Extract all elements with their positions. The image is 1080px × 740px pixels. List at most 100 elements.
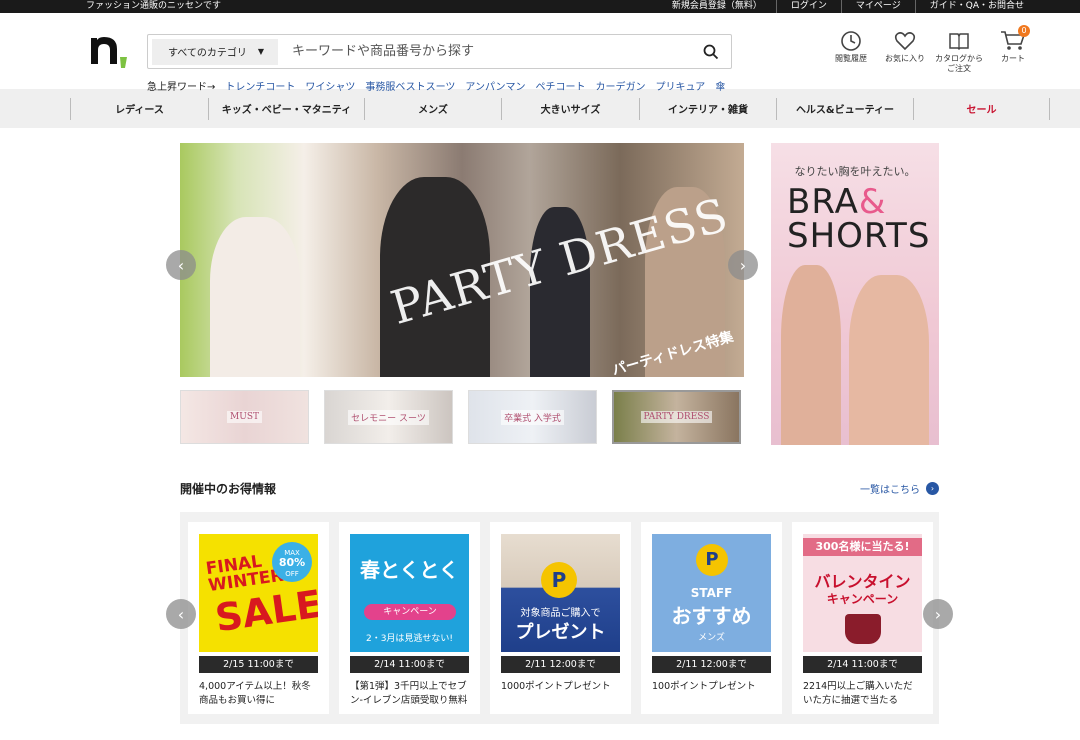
chevron-left-icon: ‹ (177, 255, 185, 275)
search-button[interactable] (691, 37, 731, 67)
deal-image: FINAL WINTER SALE MAX 80% OFF (199, 534, 318, 652)
banner-prev-button[interactable]: ‹ (166, 250, 196, 280)
search-input[interactable] (292, 36, 691, 67)
deal-card[interactable]: P 対象商品ご購入で プレゼント 2/11 12:00まで 1000ポイントプレ… (490, 522, 631, 714)
thumb-label: PARTY DRESS (640, 411, 713, 423)
banner-thumb[interactable]: セレモニー スーツ (324, 390, 453, 444)
deal-description: 100ポイントプレゼント (652, 681, 756, 692)
deals-prev-button[interactable]: ‹ (166, 599, 196, 629)
header-icons: 閲覧履歴 お気に入り カタログから ご注文 0 カート (824, 25, 1040, 74)
search-icon (703, 44, 719, 59)
deal-deadline: 2/11 12:00まで (501, 656, 620, 673)
deal-text: 対象商品ご購入で (520, 608, 601, 619)
deal-text: キャンペーン (826, 592, 899, 606)
deals-heading: 開催中のお得情報 (180, 481, 277, 496)
deal-text: プレゼント (515, 622, 606, 643)
trend-word[interactable]: ワイシャツ (305, 78, 355, 93)
banner-next-button[interactable]: › (728, 250, 758, 280)
catalog-order-button[interactable]: カタログから ご注文 (932, 30, 986, 74)
top-bar: ファッション通販のニッセンです 新規会員登録（無料） ログイン マイページ ガイ… (0, 0, 1080, 13)
nav-kids-baby-maternity[interactable]: キッズ・ベビー・マタニティ (208, 97, 364, 120)
catalog-label-1: カタログから (935, 54, 983, 63)
banner-thumb-active[interactable]: PARTY DRESS (612, 390, 741, 444)
chevron-right-icon: › (739, 255, 747, 275)
register-link[interactable]: 新規会員登録（無料） (658, 0, 776, 13)
deals-next-button[interactable]: › (923, 599, 953, 629)
banner-thumbnails: MUST セレモニー スーツ 卒業式 入学式 PARTY DRESS (180, 390, 741, 444)
nav-sale[interactable]: セール (913, 97, 1050, 120)
catalog-label-2: ご注文 (947, 64, 971, 73)
thumb-label: セレモニー スーツ (348, 409, 429, 425)
deal-description: 4,000アイテム以上！秋冬商品もお買い得に (199, 681, 311, 706)
category-nav: レディース キッズ・ベビー・マタニティ メンズ 大きいサイズ インテリア・雑貨 … (0, 89, 1080, 128)
guide-link[interactable]: ガイド・QA・お問合せ (914, 0, 1038, 13)
banner-thumb[interactable]: 卒業式 入学式 (468, 390, 597, 444)
see-all-label: 一覧はこちら (860, 484, 920, 496)
cart-button[interactable]: 0 カート (986, 25, 1040, 74)
discount-badge: MAX 80% OFF (272, 542, 312, 582)
favorites-button[interactable]: お気に入り (878, 30, 932, 74)
deal-text: キャンペーン (364, 604, 456, 620)
chevron-right-icon: › (926, 481, 939, 495)
cart-count-badge: 0 (1018, 25, 1030, 37)
deal-text: 300名様に当たる! (803, 538, 922, 556)
trend-word[interactable]: プリキュア (656, 78, 706, 93)
book-icon (949, 33, 969, 51)
deal-deadline: 2/14 11:00まで (803, 656, 922, 673)
trend-word[interactable]: 事務服ベストスーツ (365, 78, 455, 93)
trend-word[interactable]: 傘 (715, 78, 725, 93)
history-button[interactable]: 閲覧履歴 (824, 30, 878, 74)
see-all-link[interactable]: 一覧はこちら › (860, 481, 939, 496)
hero-banner[interactable]: PARTY DRESS パーティドレス特集 (180, 143, 744, 377)
deal-card[interactable]: FINAL WINTER SALE MAX 80% OFF 2/15 11:00… (188, 522, 329, 714)
points-logo: P (541, 562, 577, 598)
nav-interior[interactable]: インテリア・雑貨 (639, 97, 776, 120)
deal-card[interactable]: 300名様に当たる! バレンタイン キャンペーン 2/14 11:00まで 22… (792, 522, 933, 714)
ice-cream-cup (845, 614, 881, 644)
trend-word[interactable]: アンパンマン (465, 78, 525, 93)
deals-header: 開催中のお得情報 一覧はこちら › (180, 480, 939, 496)
deal-description: 1000ポイントプレゼント (501, 681, 611, 692)
login-link[interactable]: ログイン (775, 0, 841, 13)
chevron-right-icon: › (934, 604, 942, 624)
favorites-label: お気に入り (885, 54, 925, 63)
deal-description: 【第1弾】3千円以上でセブン-イレブン店頭受取り無料 (350, 681, 468, 706)
thumb-label: 卒業式 入学式 (501, 409, 564, 425)
deals-cards: FINAL WINTER SALE MAX 80% OFF 2/15 11:00… (188, 522, 933, 714)
deal-text: STAFF (690, 586, 733, 600)
deal-image: P 対象商品ご購入で プレゼント (501, 534, 620, 652)
category-label: すべてのカテゴリ (168, 48, 247, 59)
deal-deadline: 2/14 11:00まで (350, 656, 469, 673)
trend-word[interactable]: ペチコート (536, 78, 586, 93)
deal-text: バレンタイン (814, 572, 911, 591)
category-select[interactable]: すべてのカテゴリ ▼ (152, 38, 278, 65)
trend-word[interactable]: トレンチコート (225, 78, 295, 93)
mypage-link[interactable]: マイページ (840, 0, 915, 13)
side-ad-tagline: なりたい胸を叶えたい。 (794, 165, 916, 178)
deal-card[interactable]: P STAFF おすすめ メンズ 2/11 12:00まで 100ポイントプレゼ… (641, 522, 782, 714)
badge-text: OFF (285, 570, 299, 578)
deal-text: おすすめ (671, 604, 752, 628)
deal-card[interactable]: 春とくとく キャンペーン 2・3月は見逃せない! 2/14 11:00まで 【第… (339, 522, 480, 714)
nav-mens[interactable]: メンズ (364, 97, 501, 120)
side-ad-bra-shorts[interactable]: なりたい胸を叶えたい。 BRA& SHORTS (771, 143, 939, 445)
deals-carousel: FINAL WINTER SALE MAX 80% OFF 2/15 11:00… (180, 512, 939, 724)
header: すべてのカテゴリ ▼ 急上昇ワード→ トレンチコート ワイシャツ 事務服ベストス… (0, 13, 1080, 93)
model-figure (781, 265, 841, 445)
deal-deadline: 2/15 11:00まで (199, 656, 318, 673)
banner-thumb[interactable]: MUST (180, 390, 309, 444)
thumb-label: MUST (227, 411, 262, 423)
top-links: 新規会員登録（無料） ログイン マイページ ガイド・QA・お問合せ (658, 0, 1038, 13)
chevron-left-icon: ‹ (177, 604, 185, 624)
badge-text: 80% (278, 556, 306, 569)
deal-image: 300名様に当たる! バレンタイン キャンペーン (803, 534, 922, 652)
nav-health-beauty[interactable]: ヘルス&ビューティー (776, 97, 913, 120)
nav-large-sizes[interactable]: 大きいサイズ (501, 97, 639, 120)
heart-icon (894, 32, 916, 51)
nav-ladies[interactable]: レディース (70, 97, 208, 120)
site-logo[interactable] (88, 30, 130, 70)
banner-figure (210, 217, 300, 377)
deal-deadline: 2/11 12:00まで (652, 656, 771, 673)
trend-word[interactable]: カーデガン (596, 78, 646, 93)
deal-image: 春とくとく キャンペーン 2・3月は見逃せない! (350, 534, 469, 652)
